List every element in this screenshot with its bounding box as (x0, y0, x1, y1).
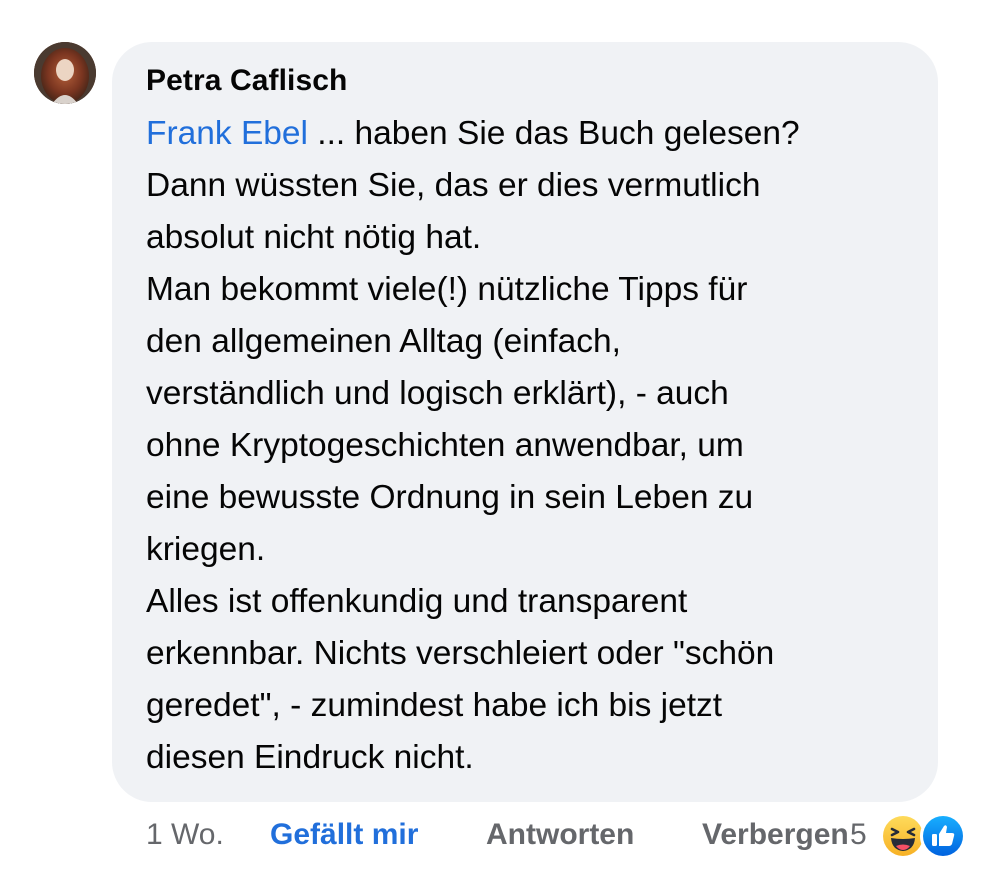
comment-line-12: geredet", - zumindest habe ich bis jetzt (146, 687, 723, 724)
comment-timestamp[interactable]: 1 Wo. (146, 818, 224, 852)
comment-author[interactable]: Petra Caflisch (146, 64, 347, 98)
mention-link[interactable]: Frank Ebel (146, 115, 308, 152)
comment-line-6: verständlich und logisch erklärt), - auc… (146, 375, 729, 412)
comment-line-2: Dann wüssten Sie, das er dies vermutlich (146, 167, 761, 204)
comment-line-8: eine bewusste Ordnung in sein Leben zu (146, 479, 754, 516)
comment-line-5: den allgemeinen Alltag (einfach, (146, 323, 621, 360)
comment-line-10: Alles ist offenkundig und transparent (146, 583, 688, 620)
comment-line-1: Frank Ebel ... haben Sie das Buch gelese… (146, 115, 800, 152)
comment-line-9: kriegen. (146, 531, 266, 568)
comment-line-4: Man bekommt viele(!) nützliche Tipps für (146, 271, 748, 308)
hide-button[interactable]: Verbergen (702, 818, 849, 852)
comment-actions: 1 Wo. Gefällt mir Antworten Verbergen 5 (0, 810, 994, 860)
avatar-photo (34, 42, 96, 104)
reactions-summary[interactable] (880, 810, 970, 860)
comment-line-3: absolut nicht nötig hat. (146, 219, 482, 256)
like-button[interactable]: Gefällt mir (270, 818, 418, 852)
reply-button[interactable]: Antworten (486, 818, 634, 852)
like-reaction-icon (920, 813, 966, 859)
comment-line-11: erkennbar. Nichts verschleiert oder "sch… (146, 635, 775, 672)
comment-text: Frank Ebel ... haben Sie das Buch gelese… (146, 108, 926, 784)
avatar[interactable] (34, 42, 96, 104)
comment-line-13: diesen Eindruck nicht. (146, 739, 474, 776)
reaction-count[interactable]: 5 (850, 818, 867, 852)
comment-line-7: ohne Kryptogeschichten anwendbar, um (146, 427, 744, 464)
comment: Petra Caflisch Frank Ebel ... haben Sie … (0, 0, 994, 882)
